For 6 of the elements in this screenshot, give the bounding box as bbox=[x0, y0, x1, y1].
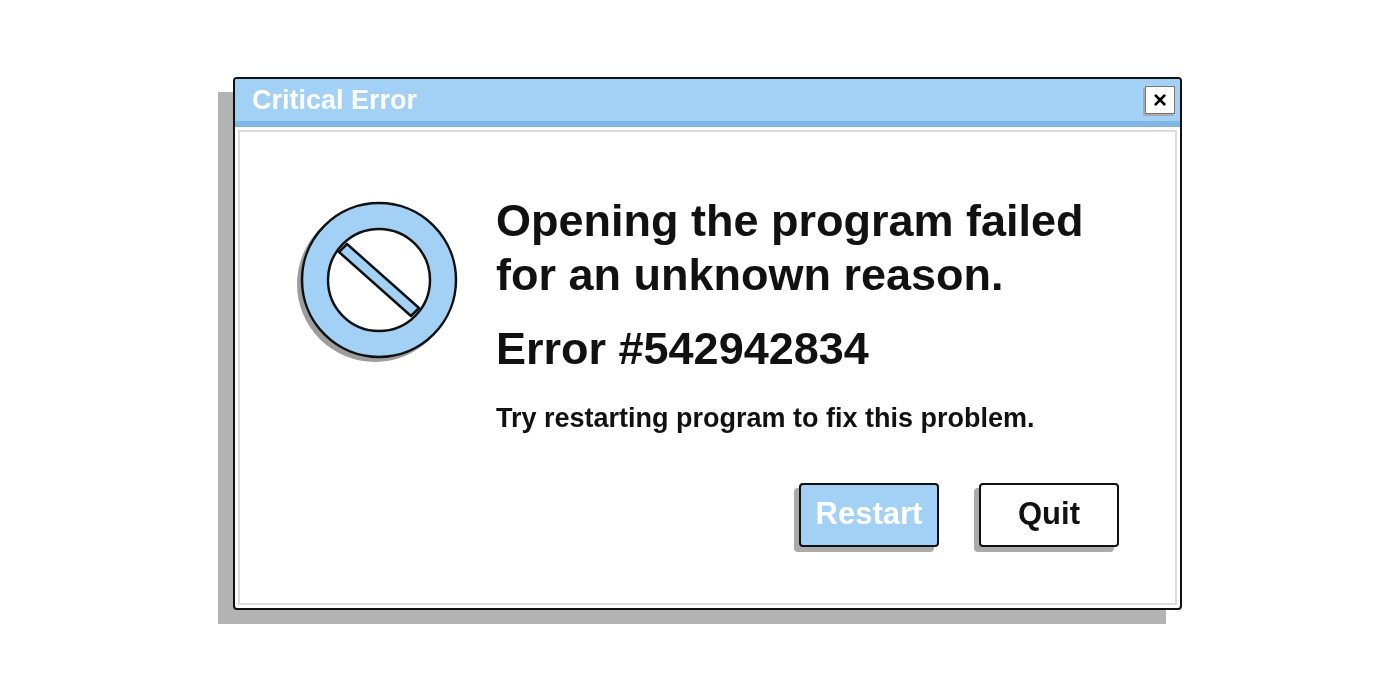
window-title: Critical Error bbox=[252, 83, 418, 117]
error-message: Opening the program failed for an unknown reason. bbox=[496, 194, 1085, 302]
error-code: Error #542942834 bbox=[496, 322, 870, 376]
prohibited-icon bbox=[295, 200, 459, 364]
close-button[interactable]: × bbox=[1145, 86, 1175, 114]
error-hint: Try restarting program to fix this problem. bbox=[496, 402, 1036, 435]
